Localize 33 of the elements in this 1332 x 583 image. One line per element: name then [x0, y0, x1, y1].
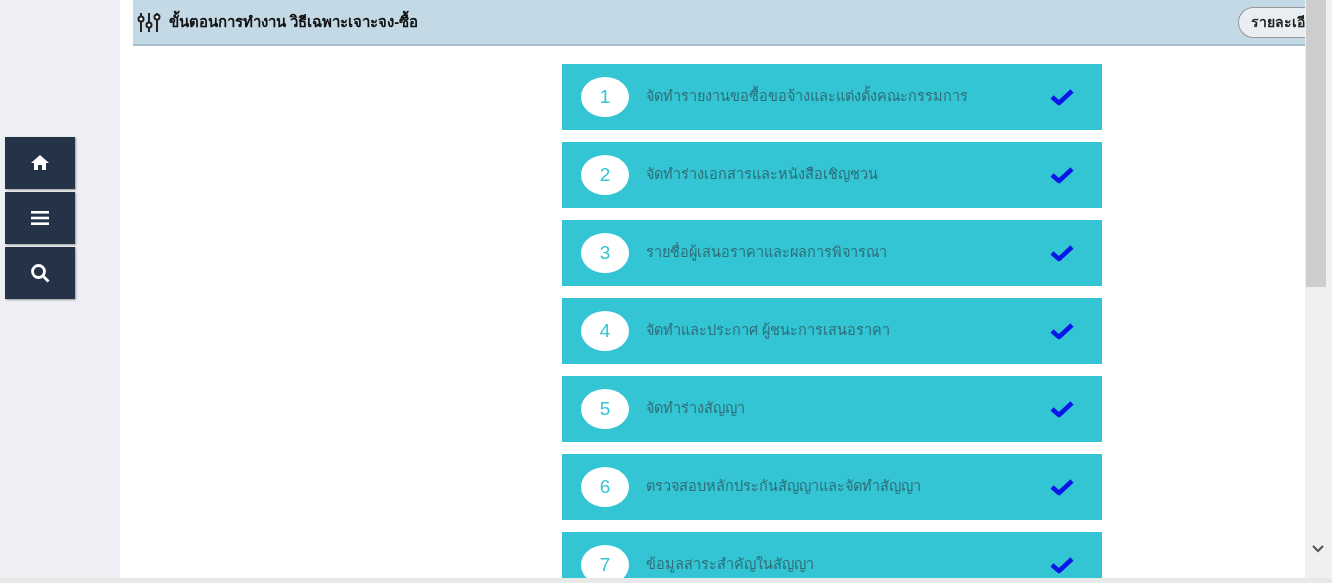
step-label: รายชื่อผู้เสนอราคาและผลการพิจารณา — [646, 242, 888, 263]
header-title: ขั้นตอนการทำงาน วิธีเฉพาะเจาะจง-ซื้อ — [169, 10, 419, 32]
step-card[interactable]: 7 ข้อมูลสาระสำคัญในสัญญา — [562, 532, 1102, 578]
step-number: 5 — [581, 389, 629, 429]
step-card[interactable]: 3 รายชื่อผู้เสนอราคาและผลการพิจารณา — [562, 220, 1102, 286]
step-card[interactable]: 5 จัดทำร่างสัญญา — [562, 376, 1102, 442]
scroll-thumb[interactable] — [1306, 0, 1326, 287]
home-button[interactable] — [5, 137, 75, 189]
step-number: 2 — [581, 155, 629, 195]
step-card[interactable]: 1 จัดทำรายงานขอซื้อขอจ้างและแต่งตั้งคณะกรรมการ — [562, 64, 1102, 130]
step-label: จัดทำรายงานขอซื้อขอจ้างและแต่งตั้งคณะกรรมการ — [646, 86, 1050, 108]
step-label: ตรวจสอบหลักประกันสัญญาและจัดทำสัญญา — [646, 477, 922, 497]
scroll-down-icon[interactable] — [1312, 545, 1324, 553]
step-number: 3 — [581, 233, 629, 273]
step-label: จัดทำร่างเอกสารและหนังสือเชิญชวน — [646, 165, 879, 185]
sliders-icon — [137, 12, 161, 32]
scrollbar[interactable] — [1305, 0, 1332, 578]
step-label: จัดทำและประกาศ ผู้ชนะการเสนอราคา — [646, 321, 892, 341]
step-number: 4 — [581, 311, 629, 351]
detail-button[interactable]: รายละเอี — [1238, 6, 1305, 38]
step-label: ข้อมูลสาระสำคัญในสัญญา — [646, 555, 815, 575]
step-number: 6 — [581, 467, 629, 507]
step-number: 1 — [581, 77, 629, 117]
search-button[interactable] — [5, 247, 75, 299]
step-card[interactable]: 4 จัดทำและประกาศ ผู้ชนะการเสนอราคา — [562, 298, 1102, 364]
home-icon — [30, 153, 50, 173]
menu-button[interactable] — [5, 192, 75, 244]
step-number: 7 — [581, 545, 629, 578]
step-card[interactable]: 2 จัดทำร่างเอกสารและหนังสือเชิญชวน — [562, 142, 1102, 208]
search-icon — [30, 263, 50, 283]
menu-icon — [30, 208, 50, 228]
step-label: จัดทำร่างสัญญา — [646, 399, 746, 419]
step-card[interactable]: 6 ตรวจสอบหลักประกันสัญญาและจัดทำสัญญา — [562, 454, 1102, 520]
